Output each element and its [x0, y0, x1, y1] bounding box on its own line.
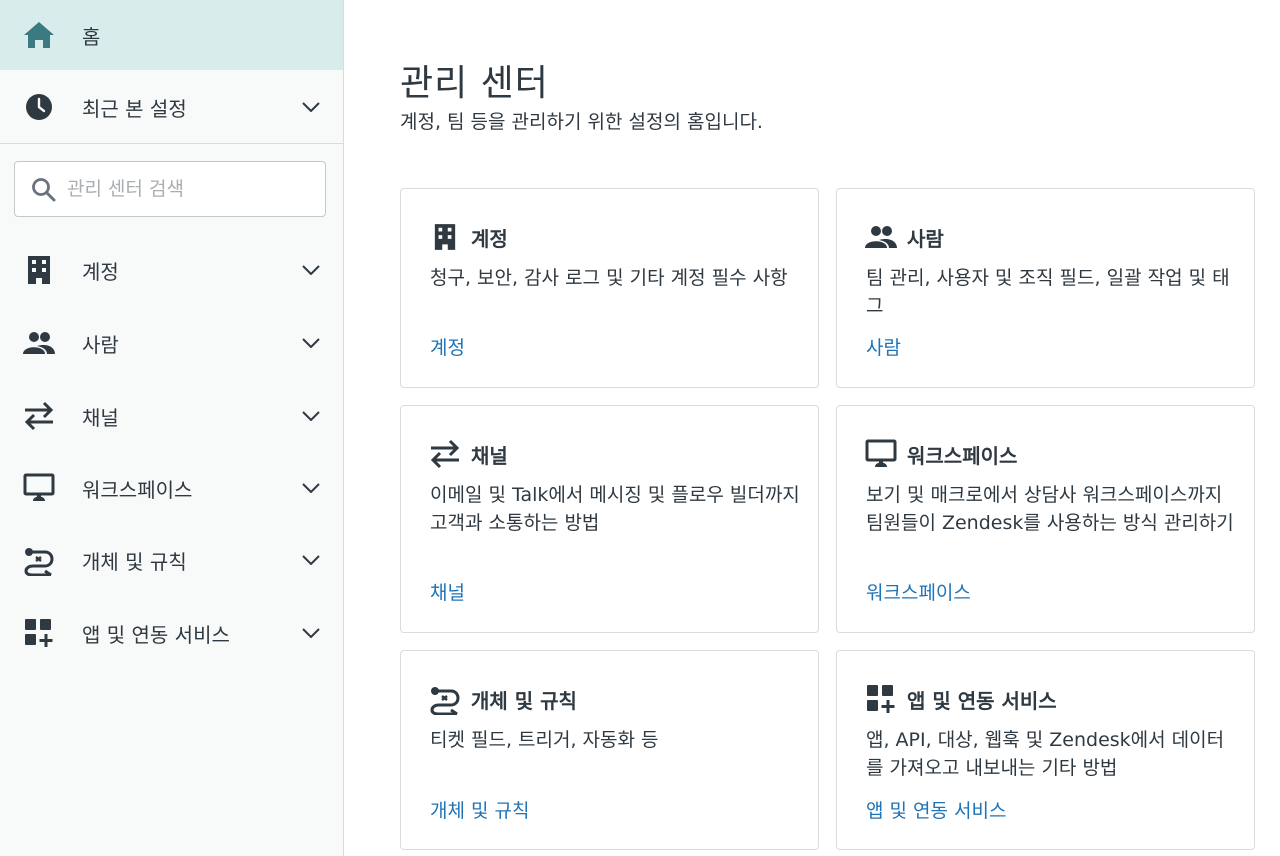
sidebar-item-workspaces[interactable]: 워크스페이스: [0, 458, 343, 518]
arrows-swap-icon: [429, 438, 461, 470]
card-link[interactable]: 워크스페이스: [866, 578, 971, 605]
people-icon: [865, 221, 897, 253]
card-title: 개체 및 규칙: [471, 688, 577, 713]
card-link[interactable]: 계정: [430, 333, 465, 360]
people-icon: [23, 327, 55, 359]
card-description: 보기 및 매크로에서 상담사 워크스페이스까지 팀원들이 Zendesk를 사용…: [866, 484, 1234, 534]
page-subtitle: 계정, 팀 등을 관리하기 위한 설정의 홈입니다.: [400, 111, 763, 133]
sidebar-item-recent[interactable]: 최근 본 설정: [0, 77, 343, 137]
apps-add-icon: [865, 683, 897, 715]
card-description: 이메일 및 Talk에서 메시징 및 플로우 빌더까지 고객과 소통하는 방법: [430, 484, 800, 534]
search-icon: [31, 177, 57, 203]
card-link[interactable]: 개체 및 규칙: [430, 796, 529, 823]
chevron-down-icon[interactable]: [301, 406, 321, 426]
objects-rules-icon: [23, 544, 55, 576]
page-title: 관리 센터: [400, 63, 549, 104]
chevron-down-icon[interactable]: [301, 260, 321, 280]
sidebar-item-home[interactable]: 홈: [0, 0, 343, 70]
card-title: 앱 및 연동 서비스: [907, 688, 1057, 713]
home-icon: [23, 19, 55, 51]
card-title: 사람: [907, 226, 944, 251]
sidebar-item-label: 계정: [82, 259, 119, 284]
building-icon: [23, 254, 55, 286]
card-channels: 채널 이메일 및 Talk에서 메시징 및 플로우 빌더까지 고객과 소통하는 …: [400, 405, 819, 633]
arrows-swap-icon: [23, 400, 55, 432]
chevron-down-icon[interactable]: [301, 478, 321, 498]
card-workspaces: 워크스페이스 보기 및 매크로에서 상담사 워크스페이스까지 팀원들이 Zend…: [836, 405, 1255, 633]
search-input[interactable]: [67, 170, 317, 208]
building-icon: [429, 221, 461, 253]
sidebar-item-objects-rules[interactable]: 개체 및 규칙: [0, 530, 343, 590]
card-people: 사람 팀 관리, 사용자 및 조직 필드, 일괄 작업 및 태그 사람: [836, 188, 1255, 388]
monitor-icon: [865, 438, 897, 470]
card-link[interactable]: 사람: [866, 333, 901, 360]
sidebar-item-people[interactable]: 사람: [0, 313, 343, 373]
card-description: 앱, API, 대상, 웹훅 및 Zendesk에서 데이터를 가져오고 내보내…: [866, 729, 1225, 779]
card-link[interactable]: 앱 및 연동 서비스: [866, 796, 1006, 823]
card-title: 계정: [471, 226, 508, 251]
chevron-down-icon[interactable]: [301, 333, 321, 353]
sidebar-item-label: 사람: [82, 332, 119, 357]
card-description: 팀 관리, 사용자 및 조직 필드, 일괄 작업 및 태그: [866, 267, 1230, 317]
search-box[interactable]: [14, 161, 326, 217]
card-account: 계정 청구, 보안, 감사 로그 및 기타 계정 필수 사항 계정: [400, 188, 819, 388]
card-title: 채널: [471, 443, 508, 468]
chevron-down-icon[interactable]: [301, 550, 321, 570]
card-title: 워크스페이스: [907, 443, 1018, 468]
card-description: 청구, 보안, 감사 로그 및 기타 계정 필수 사항: [430, 267, 788, 289]
sidebar-item-account[interactable]: 계정: [0, 240, 343, 300]
apps-add-icon: [23, 617, 55, 649]
sidebar-item-label: 채널: [82, 405, 119, 430]
objects-rules-icon: [429, 683, 461, 715]
chevron-down-icon[interactable]: [301, 97, 321, 117]
sidebar-item-channels[interactable]: 채널: [0, 386, 343, 446]
sidebar-item-label: 개체 및 규칙: [82, 549, 187, 574]
sidebar-item-label: 워크스페이스: [82, 477, 193, 502]
sidebar: 홈 최근 본 설정 계정 사람: [0, 0, 344, 856]
sidebar-divider: [0, 143, 343, 144]
sidebar-item-label: 최근 본 설정: [82, 96, 187, 121]
sidebar-item-label: 홈: [82, 24, 101, 49]
card-objects-rules: 개체 및 규칙 티켓 필드, 트리거, 자동화 등 개체 및 규칙: [400, 650, 819, 850]
card-description: 티켓 필드, 트리거, 자동화 등: [430, 729, 659, 751]
sidebar-item-apps-integrations[interactable]: 앱 및 연동 서비스: [0, 603, 343, 663]
clock-icon: [23, 91, 55, 123]
card-apps-integrations: 앱 및 연동 서비스 앱, API, 대상, 웹훅 및 Zendesk에서 데이…: [836, 650, 1255, 850]
sidebar-item-label: 앱 및 연동 서비스: [82, 622, 230, 647]
monitor-icon: [23, 472, 55, 504]
chevron-down-icon[interactable]: [301, 623, 321, 643]
card-link[interactable]: 채널: [430, 578, 465, 605]
